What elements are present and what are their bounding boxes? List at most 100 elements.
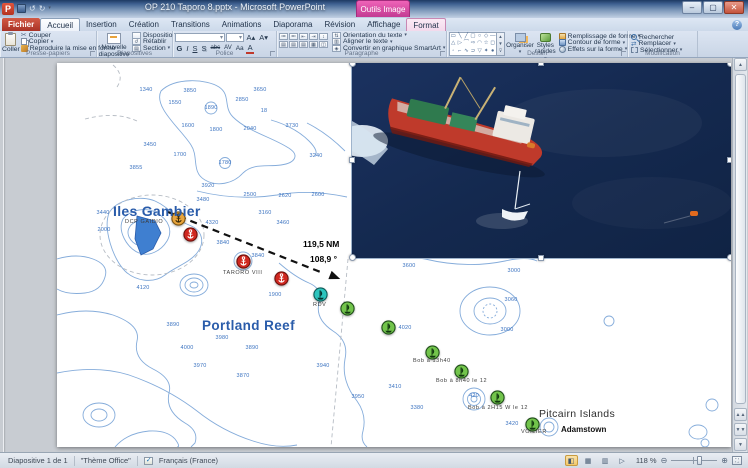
- ribbon-tab-row: FichierAccueilInsertionCréationTransitio…: [0, 18, 748, 31]
- align-center-icon[interactable]: ▤: [289, 41, 298, 48]
- language-indicator[interactable]: Français (France): [159, 456, 218, 465]
- minimize-button[interactable]: –: [682, 1, 702, 14]
- previous-slide-icon[interactable]: ▲▲: [734, 408, 747, 421]
- zoom-in-icon[interactable]: ⊕: [721, 456, 728, 465]
- place-label-iles-gambier: Iles Gambier: [113, 203, 201, 219]
- reading-view-icon[interactable]: ▥: [599, 455, 612, 466]
- arrange-icon: [515, 33, 526, 42]
- font-size-combobox[interactable]: ▾: [226, 33, 244, 42]
- selection-handle-top-right[interactable]: [727, 63, 731, 67]
- slide-sorter-view-icon[interactable]: ▦: [582, 455, 595, 466]
- route-bearing-label: 108,9 °: [310, 254, 337, 264]
- next-slide-icon[interactable]: ▼▼: [734, 423, 747, 436]
- new-slide-button[interactable]: Nouvelle diapositive▾: [99, 32, 129, 49]
- grow-font-button[interactable]: A▴: [245, 33, 257, 42]
- quick-access-toolbar: P ↺ ↻ ▾: [2, 1, 51, 16]
- font-name-combobox[interactable]: ▾: [175, 33, 225, 42]
- group-drawing: ▭╲╱▢○◇— △▷⌒⇨◠☆◻ ◦⌐∿⊃▽✦● ▲▼⊽ Organiser▾ S…: [447, 31, 628, 57]
- theme-name: "Thème Office": [81, 456, 131, 465]
- tab-révision[interactable]: Révision: [319, 18, 362, 31]
- context-tab-group-header: Outils Image: [356, 0, 410, 17]
- decrease-indent-icon[interactable]: ⇤: [299, 33, 308, 40]
- line-spacing-icon[interactable]: ↕: [319, 33, 328, 40]
- slide-canvas[interactable]: 1340385036501550189028501816001800204037…: [57, 63, 731, 447]
- save-icon[interactable]: [17, 4, 26, 13]
- clipboard-dialog-launcher[interactable]: [90, 51, 95, 56]
- tab-accueil[interactable]: Accueil: [40, 18, 80, 31]
- normal-view-icon[interactable]: ◧: [565, 455, 578, 466]
- tab-transitions[interactable]: Transitions: [165, 18, 216, 31]
- slides-pane-splitter[interactable]: [3, 58, 4, 452]
- maximize-button[interactable]: ▢: [703, 1, 723, 14]
- group-slides: Nouvelle diapositive▾ Disposition▾ ↺Réta…: [97, 31, 173, 57]
- undo-icon[interactable]: ↺: [29, 2, 36, 15]
- columns-icon[interactable]: ◫: [319, 41, 328, 48]
- bullets-icon[interactable]: ≔: [279, 33, 288, 40]
- window-title: OP 210 Taporo 8.pptx - Microsoft PowerPo…: [120, 2, 350, 12]
- tab-création[interactable]: Création: [123, 18, 165, 31]
- help-icon[interactable]: ?: [732, 20, 742, 30]
- close-button[interactable]: ✕: [724, 1, 744, 14]
- fit-to-window-icon[interactable]: ⛶: [732, 456, 742, 465]
- font-dialog-launcher[interactable]: [270, 51, 275, 56]
- vertical-scrollbar[interactable]: ▲ ▲▲ ▼▼ ▼: [732, 58, 747, 452]
- editing-area: 1340385036501550189028501816001800204037…: [0, 58, 748, 452]
- group-editing: Rechercher ⇄Remplacer▾ Sélectionner▾ Mod…: [628, 31, 698, 57]
- align-right-icon[interactable]: ▤: [299, 41, 308, 48]
- new-slide-icon: [107, 33, 121, 44]
- selection-handle-bottom-right[interactable]: [727, 254, 731, 261]
- place-label-voilier: VOILIER: [521, 429, 547, 435]
- tab-affichage[interactable]: Affichage: [361, 18, 406, 31]
- slide-counter: Diapositive 1 de 1: [8, 456, 68, 465]
- status-bar: Diapositive 1 de 1 "Thème Office" França…: [0, 452, 748, 468]
- paragraph-dialog-launcher[interactable]: [440, 51, 445, 56]
- tab-animations[interactable]: Animations: [216, 18, 268, 31]
- redo-icon[interactable]: ↻: [39, 2, 46, 15]
- selection-handle-bottom-middle[interactable]: [538, 255, 544, 261]
- place-label-portland-reef: Portland Reef: [202, 318, 295, 333]
- rescue-photo[interactable]: [352, 63, 731, 258]
- route-distance-label: 119,5 NM: [303, 239, 339, 249]
- qat-dropdown-icon[interactable]: ▾: [48, 2, 51, 15]
- group-clipboard: Coller ✂Couper Copier▾ Reproduire la mis…: [0, 31, 97, 57]
- group-font: ▾ ▾ A▴ A▾ G I S S abc AV Aa A Police: [173, 31, 277, 57]
- shrink-font-button[interactable]: A▾: [258, 33, 270, 42]
- zoom-level[interactable]: 118 %: [633, 456, 657, 465]
- align-left-icon[interactable]: ▤: [279, 41, 288, 48]
- increase-indent-icon[interactable]: ⇥: [309, 33, 318, 40]
- tab-fichier[interactable]: Fichier: [2, 18, 40, 31]
- ribbon: Coller ✂Couper Copier▾ Reproduire la mis…: [0, 31, 748, 58]
- title-bar: P ↺ ↻ ▾ OP 210 Taporo 8.pptx - Microsoft…: [0, 0, 748, 18]
- paste-button[interactable]: Coller: [2, 32, 20, 49]
- window-controls: – ▢ ✕: [682, 1, 744, 14]
- scrollbar-thumb[interactable]: [735, 74, 746, 404]
- tab-diaporama[interactable]: Diaporama: [267, 18, 318, 31]
- place-label-dcp-gaidio: DCP GAIDIO: [125, 219, 163, 225]
- zoom-slider[interactable]: [671, 456, 717, 465]
- selection-handle-bottom-left[interactable]: [349, 254, 356, 261]
- scroll-down-icon[interactable]: ▼: [734, 438, 747, 451]
- tab-insertion[interactable]: Insertion: [80, 18, 123, 31]
- place-label-adamstown: Adamstown: [561, 425, 606, 434]
- scroll-up-icon[interactable]: ▲: [734, 58, 747, 71]
- zoom-out-icon[interactable]: ⊖: [661, 456, 668, 465]
- powerpoint-window: P ↺ ↻ ▾ OP 210 Taporo 8.pptx - Microsoft…: [0, 0, 748, 468]
- quick-styles-button[interactable]: Styles rapides▾: [535, 32, 556, 49]
- justify-icon[interactable]: ▦: [309, 41, 318, 48]
- tab-format[interactable]: Format: [406, 18, 445, 31]
- selection-handle-top-middle[interactable]: [538, 63, 544, 66]
- zoom-slider-thumb[interactable]: [697, 456, 702, 465]
- search-icon: [631, 34, 637, 40]
- slideshow-view-icon[interactable]: ▷: [616, 455, 629, 466]
- numbering-icon[interactable]: ≕: [289, 33, 298, 40]
- arrange-button[interactable]: Organiser▾: [507, 32, 533, 49]
- place-label-bob-8h40-le-12: Bob à 8h40 le 12: [436, 378, 487, 384]
- group-paragraph: ≔ ≕ ⇤ ⇥ ↕ ▤ ▤ ▤ ▦ ◫ ⇅Orientation du text…: [277, 31, 447, 57]
- spellcheck-icon[interactable]: [144, 457, 153, 465]
- place-label-rdv: RDV: [313, 302, 326, 308]
- clipboard-icon: [5, 33, 16, 46]
- selection-handle-middle-right[interactable]: [727, 157, 731, 163]
- drawing-dialog-launcher[interactable]: [621, 51, 626, 56]
- selection-handle-middle-left[interactable]: [349, 157, 355, 163]
- powerpoint-icon[interactable]: P: [2, 3, 14, 15]
